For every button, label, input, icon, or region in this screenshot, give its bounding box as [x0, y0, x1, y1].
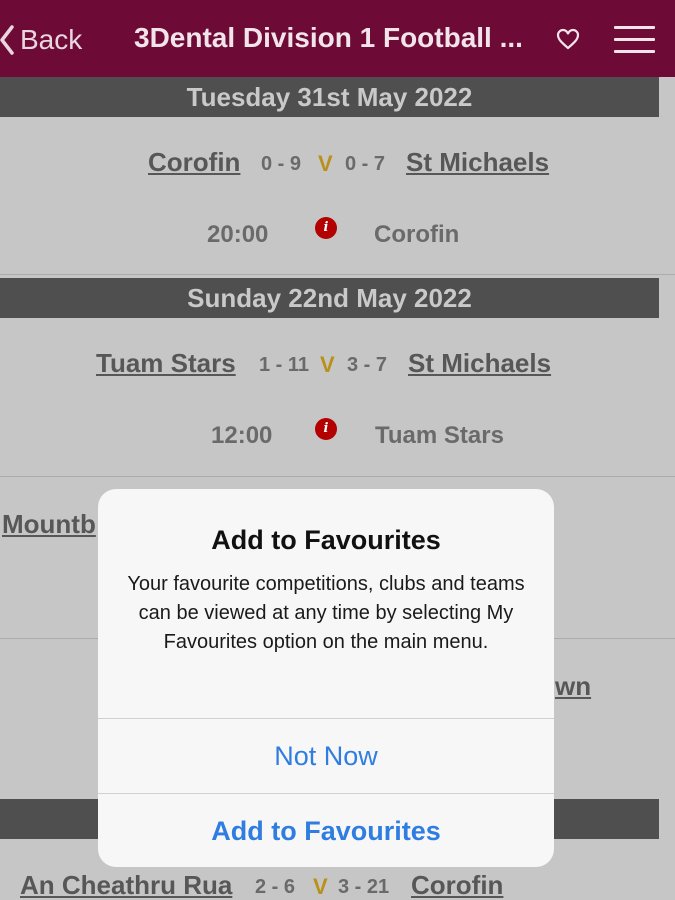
- match-venue: Corofin: [374, 221, 460, 248]
- home-team-link[interactable]: An Cheathru Rua: [20, 870, 232, 900]
- away-team-link[interactable]: St Michaels: [406, 147, 549, 178]
- match-venue: Tuam Stars: [375, 422, 504, 449]
- home-team-link[interactable]: Mountb: [2, 509, 96, 540]
- versus-label: V: [318, 151, 333, 176]
- alert-message: Your favourite competitions, clubs and t…: [127, 573, 525, 653]
- back-button[interactable]: Back: [0, 20, 82, 60]
- away-team-link[interactable]: wn: [555, 671, 591, 702]
- versus-label: V: [313, 874, 328, 899]
- versus-label: V: [320, 352, 335, 377]
- away-team-link[interactable]: St Michaels: [408, 348, 551, 379]
- info-icon[interactable]: i: [315, 217, 337, 239]
- page-title: 3Dental Division 1 Football ...: [134, 22, 523, 53]
- home-score: 1 - 11: [259, 354, 310, 376]
- away-team-link[interactable]: Corofin: [411, 870, 503, 900]
- header-strip: [659, 77, 675, 117]
- not-now-button[interactable]: Not Now: [98, 719, 554, 793]
- date-header: Tuesday 31st May 2022: [0, 77, 659, 117]
- back-label: Back: [20, 24, 83, 55]
- away-score: 3 - 21: [338, 876, 390, 898]
- chevron-left-icon: [0, 25, 14, 55]
- away-score: 3 - 7: [347, 354, 388, 376]
- match-time: 12:00: [211, 422, 273, 449]
- hamburger-menu-icon[interactable]: [614, 26, 655, 54]
- away-score: 0 - 7: [345, 153, 386, 175]
- favourites-alert: Add to Favourites Your favourite competi…: [98, 489, 554, 867]
- navigation-bar: Back 3Dental Division 1 Football ...: [0, 0, 675, 77]
- match-time: 20:00: [207, 221, 269, 248]
- home-score: 0 - 9: [261, 153, 302, 175]
- row-divider: [0, 476, 675, 477]
- home-team-link[interactable]: Tuam Stars: [96, 348, 236, 379]
- heart-icon[interactable]: [556, 28, 580, 50]
- row-divider: [0, 274, 675, 275]
- header-strip: [659, 278, 675, 318]
- info-icon[interactable]: i: [315, 418, 337, 440]
- date-header: Sunday 22nd May 2022: [0, 278, 659, 318]
- header-strip: [659, 799, 675, 839]
- home-score: 2 - 6: [255, 876, 296, 898]
- alert-title: Add to Favourites: [211, 525, 441, 555]
- home-team-link[interactable]: Corofin: [148, 147, 240, 178]
- add-to-favourites-button[interactable]: Add to Favourites: [98, 794, 554, 867]
